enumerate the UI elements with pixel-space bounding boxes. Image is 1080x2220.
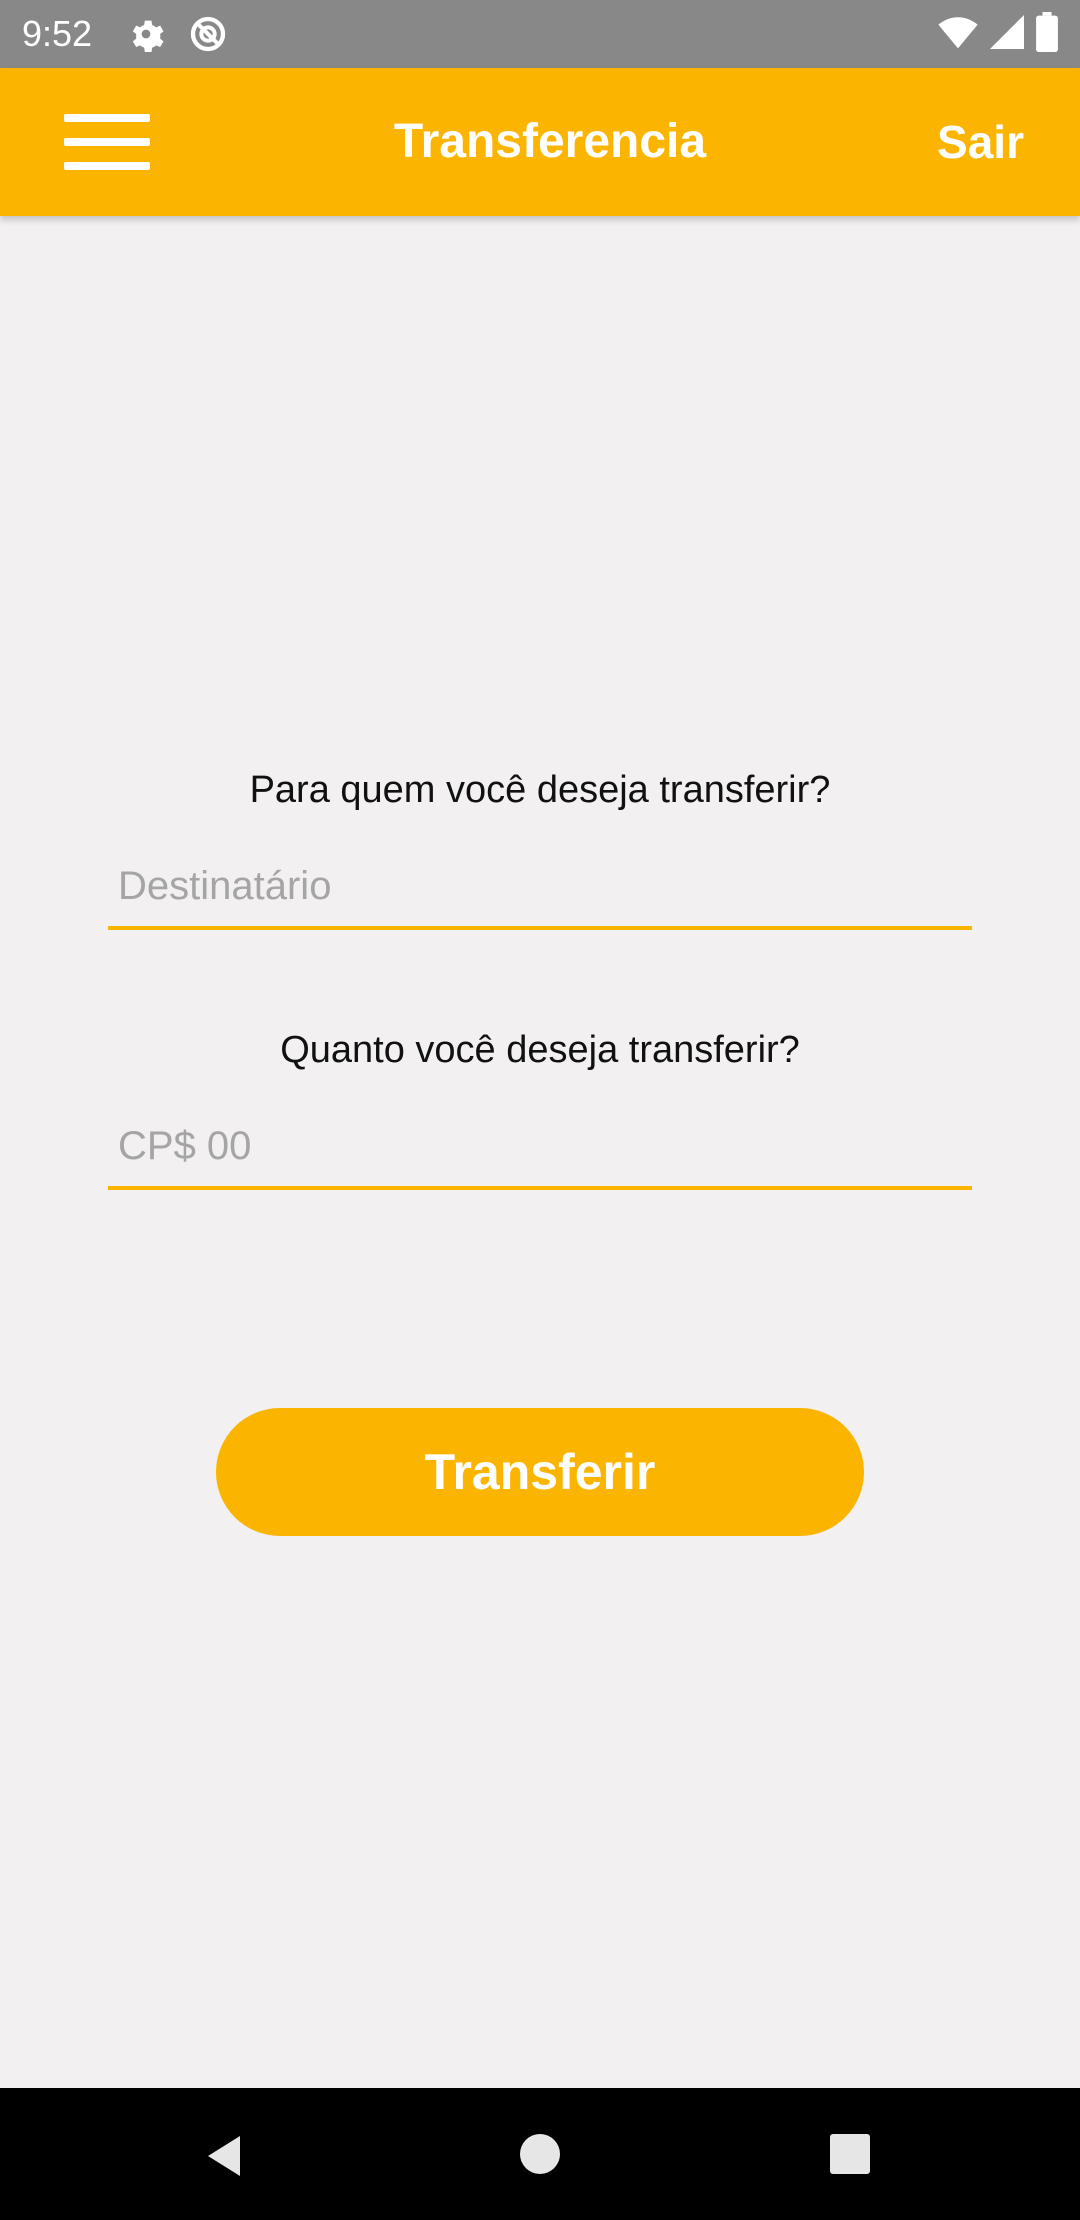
page-title: Transferencia <box>393 115 707 168</box>
home-icon[interactable] <box>520 2134 560 2174</box>
hamburger-menu-icon[interactable] <box>64 114 152 174</box>
status-bar: 9:52 <box>0 0 1080 68</box>
status-icons <box>938 11 1058 57</box>
gear-icon <box>126 14 166 54</box>
transfer-form: Para quem você deseja transferir? Quanto… <box>0 216 1080 2088</box>
amount-input[interactable] <box>108 1106 972 1190</box>
wifi-icon <box>938 14 978 55</box>
amount-question: Quanto você deseja transferir? <box>280 1029 800 1071</box>
transfer-button[interactable]: Transferir <box>216 1408 864 1536</box>
battery-icon <box>1036 11 1058 57</box>
signal-icon <box>990 14 1024 55</box>
back-icon[interactable] <box>204 2134 248 2178</box>
do-not-disturb-icon <box>188 14 228 54</box>
recipient-question: Para quem você deseja transferir? <box>249 769 831 811</box>
status-time: 9:52 <box>22 13 93 54</box>
app-bar: Transferencia Sair <box>0 68 1080 216</box>
logout-button[interactable]: Sair <box>937 114 1024 170</box>
recents-icon[interactable] <box>830 2134 870 2174</box>
recipient-input[interactable] <box>108 846 972 930</box>
navigation-bar <box>0 2088 1080 2220</box>
